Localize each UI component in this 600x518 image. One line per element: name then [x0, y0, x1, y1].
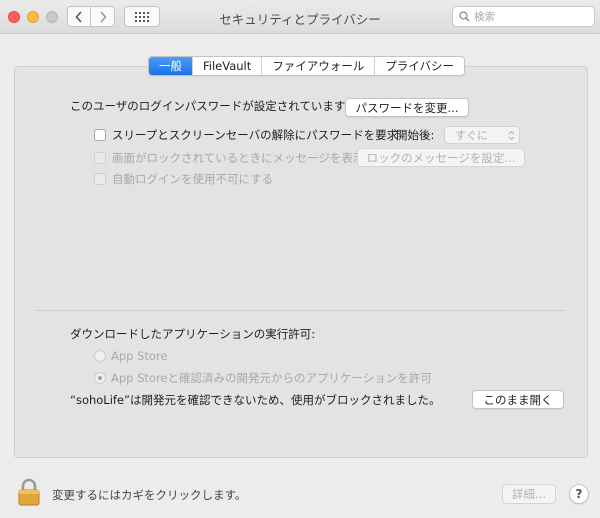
require-password-checkbox[interactable] [94, 129, 106, 141]
radio-identified-row: App Storeと確認済みの開発元からのアプリケーションを許可 [94, 370, 432, 386]
require-password-row: スリープとスクリーンセーバの解除にパスワードを要求 [94, 127, 398, 143]
blocked-app-message: “sohoLife”は開発元を確認できないため、使用がブロックされました。 [70, 393, 441, 407]
lock-hint-text: 変更するにはカギをクリックします。 [52, 488, 247, 502]
zoom-window-button [46, 11, 58, 23]
help-button[interactable]: ? [569, 484, 589, 504]
lock-message-checkbox [94, 152, 106, 164]
radio-identified-label: App Storeと確認済みの開発元からのアプリケーションを許可 [111, 371, 432, 385]
set-lock-message-button: ロックのメッセージを設定... [357, 148, 525, 167]
search-input[interactable] [474, 10, 584, 23]
search-field[interactable] [452, 6, 595, 27]
tab-bar: 一般 FileVault ファイアウォール プライバシー [148, 56, 466, 76]
show-all-button[interactable] [124, 6, 160, 27]
tab-filevault[interactable]: FileVault [193, 57, 263, 75]
tab-firewall[interactable]: ファイアウォール [262, 57, 376, 75]
radio-app-store-label: App Store [111, 349, 168, 363]
disable-autologin-label: 自動ログインを使用不可にする [112, 172, 274, 186]
window-title: セキュリティとプライバシー [219, 12, 381, 27]
lock-message-row: 画面がロックされているときにメッセージを表示 [94, 150, 364, 166]
chevron-left-icon [75, 10, 82, 23]
close-window-button[interactable] [8, 11, 20, 23]
title-bar: セキュリティとプライバシー [0, 0, 600, 34]
radio-app-store [94, 350, 106, 362]
require-password-label: スリープとスクリーンセーバの解除にパスワードを要求 [112, 128, 399, 142]
change-password-button[interactable]: パスワードを変更... [345, 98, 469, 117]
disable-autologin-row: 自動ログインを使用不可にする [94, 171, 273, 187]
tab-privacy[interactable]: プライバシー [375, 57, 464, 75]
password-status-label: このユーザのログインパスワードが設定されています [70, 99, 346, 113]
chevron-updown-icon [508, 130, 515, 140]
preferences-window: セキュリティとプライバシー 一般 FileVault ファイアウォール プライバ… [0, 0, 600, 518]
radio-app-store-identified [94, 372, 106, 384]
tab-general[interactable]: 一般 [149, 57, 193, 75]
chevron-right-icon [99, 10, 107, 23]
forward-button[interactable] [91, 6, 115, 27]
start-after-select: すぐに [444, 126, 520, 144]
lock-icon[interactable] [18, 478, 40, 506]
open-anyway-button[interactable]: このまま開く [472, 390, 564, 409]
radio-app-store-row: App Store [94, 349, 168, 363]
allow-apps-heading: ダウンロードしたアプリケーションの実行許可: [70, 327, 316, 341]
lock-message-label: 画面がロックされているときにメッセージを表示 [112, 151, 365, 165]
start-after-value: すぐに [455, 129, 488, 142]
advanced-button: 詳細... [502, 484, 556, 504]
password-row: このユーザのログインパスワードが設定されています [70, 98, 345, 114]
section-divider [36, 310, 566, 311]
search-icon [459, 11, 470, 22]
grid-icon [135, 11, 149, 22]
back-button[interactable] [67, 6, 91, 27]
start-after-label: 開始後: [396, 128, 435, 142]
minimize-window-button[interactable] [27, 11, 39, 23]
disable-autologin-checkbox [94, 173, 106, 185]
